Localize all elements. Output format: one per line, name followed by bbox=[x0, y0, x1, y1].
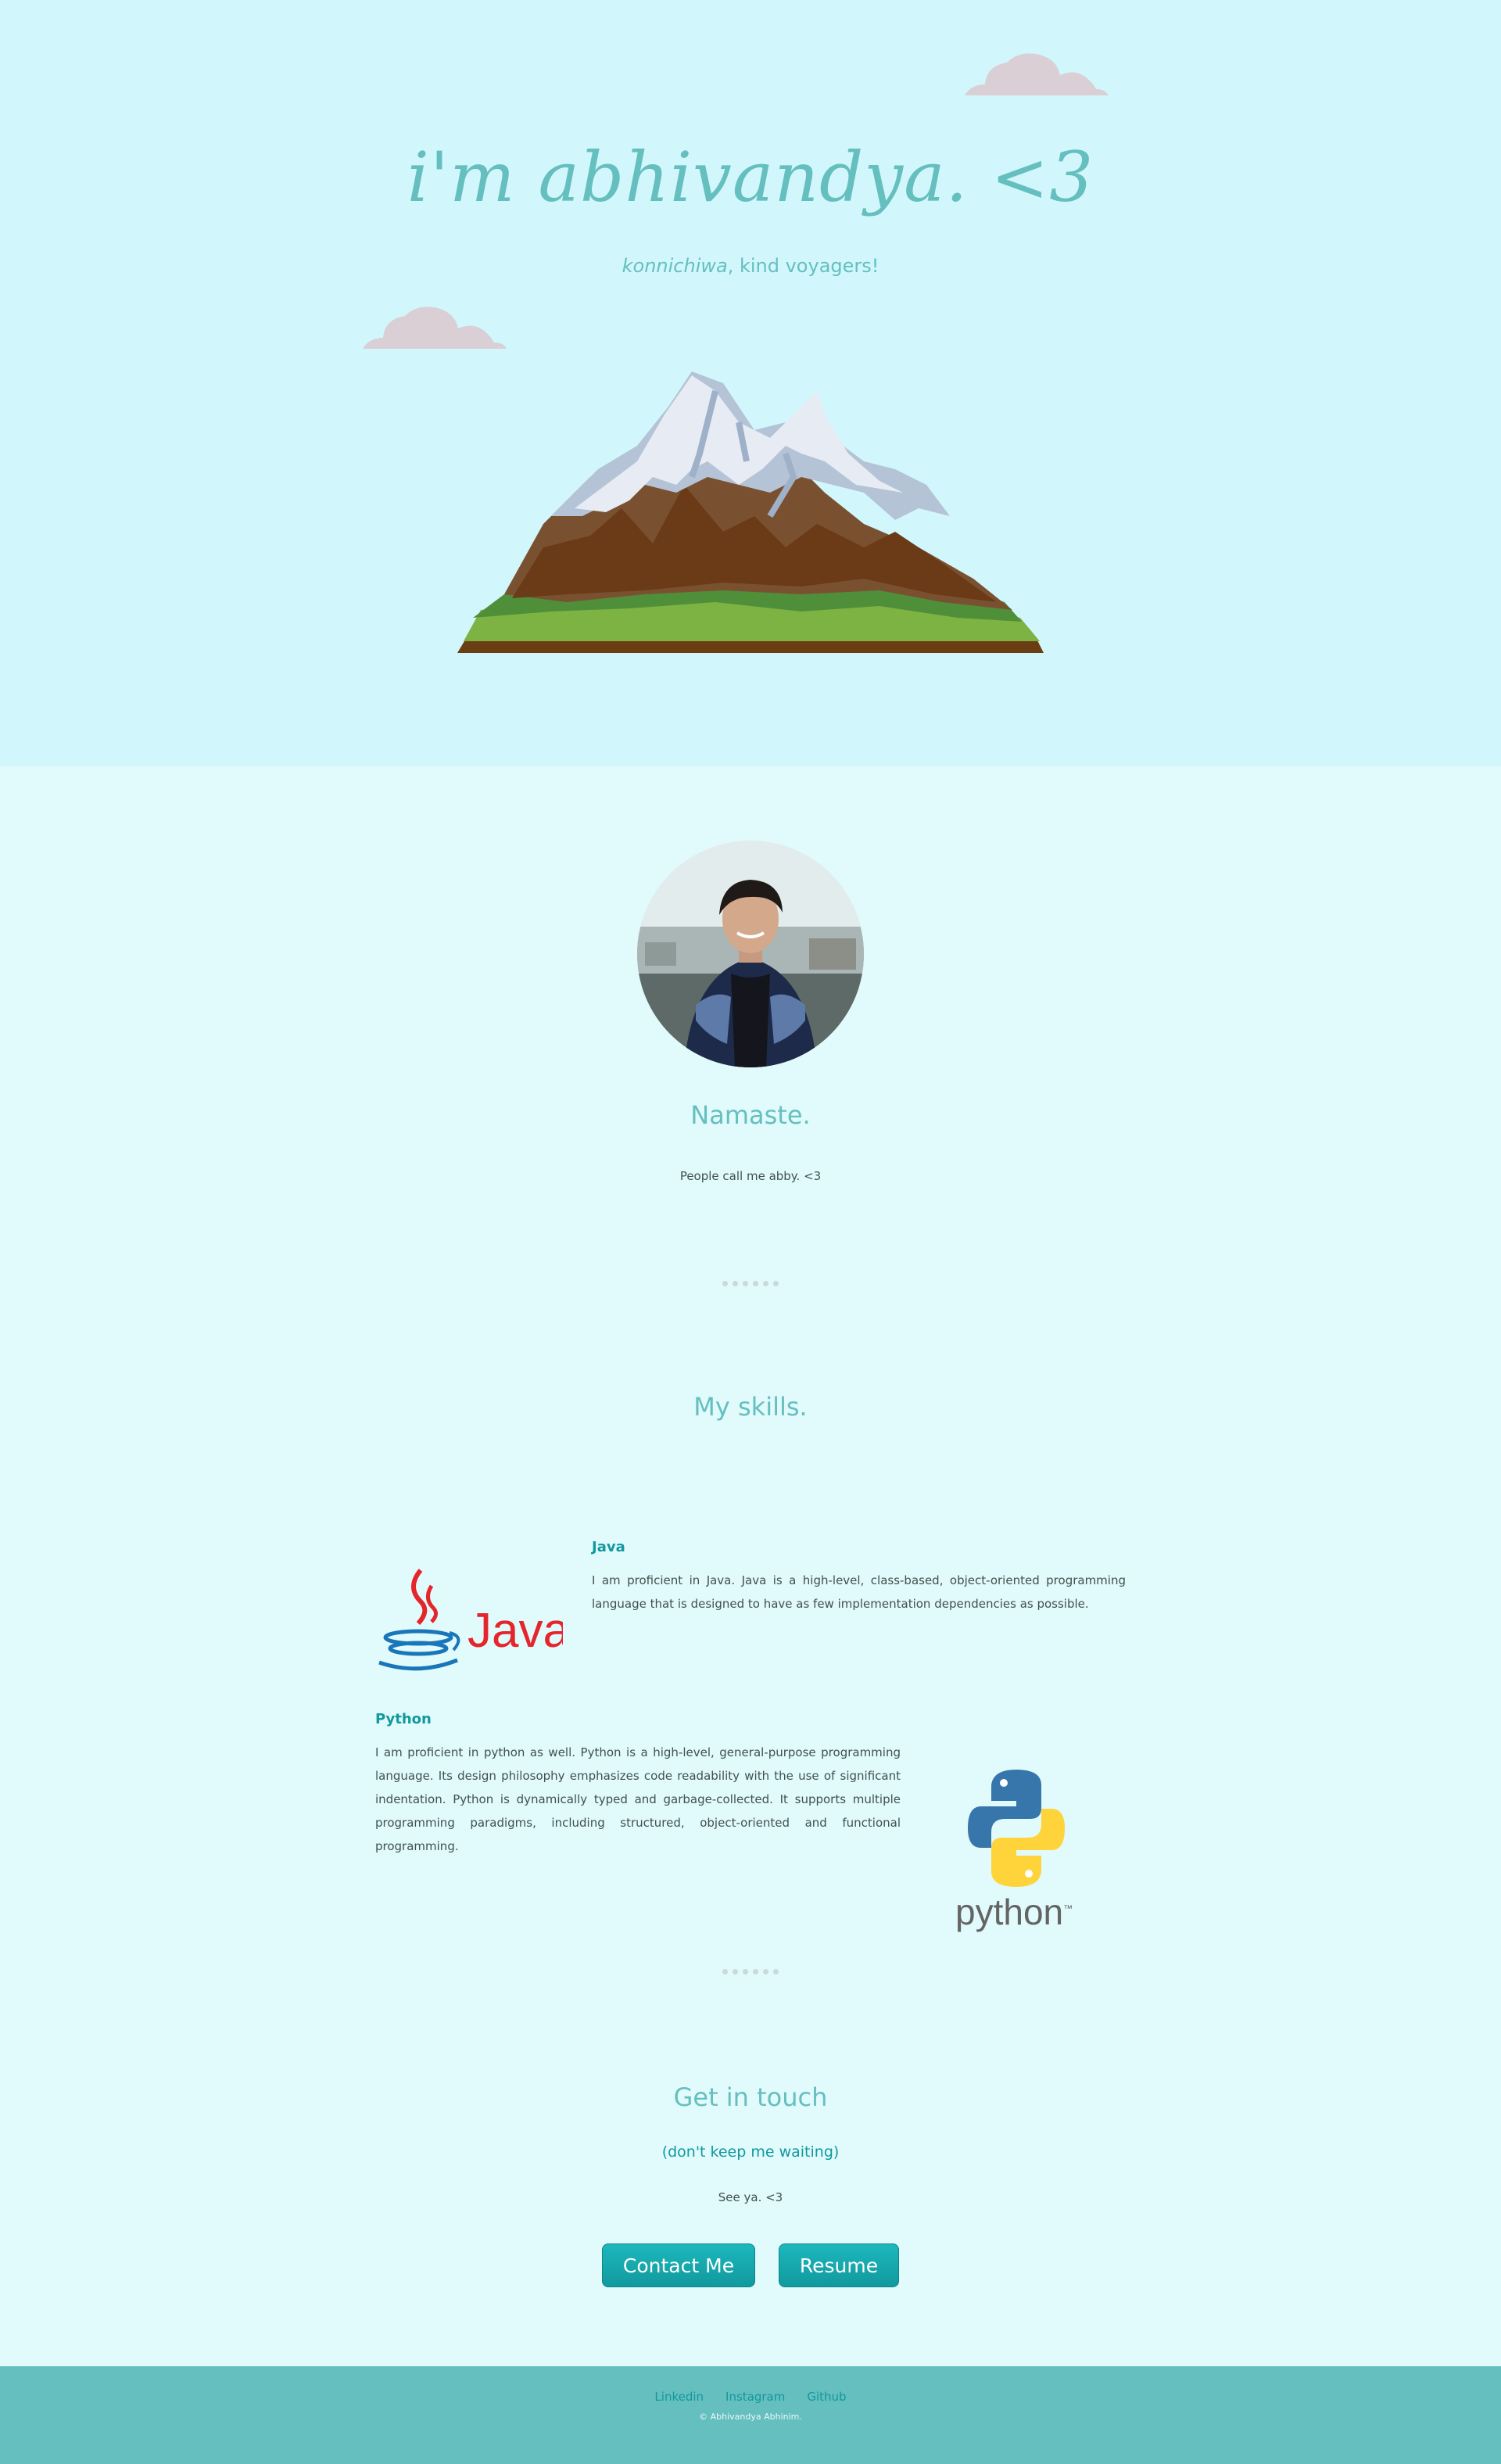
profile-text: People call me abby. <3 bbox=[679, 1169, 822, 1183]
skill-name-python: Python bbox=[375, 1711, 432, 1727]
hero-subtitle-greeting: konnichiwa bbox=[622, 255, 728, 277]
footer-link-instagram[interactable]: Instagram bbox=[725, 2390, 785, 2404]
skill-desc-python: I am proficient in python as well. Pytho… bbox=[375, 1745, 901, 1853]
profile-section: Namaste. People call me abby. <3 My skil… bbox=[0, 766, 1501, 2287]
python-logo-word: python bbox=[955, 1892, 1064, 1932]
skill-desc-java: I am proficient in Java. Java is a high-… bbox=[592, 1573, 1126, 1611]
mountain-illustration bbox=[457, 371, 1044, 653]
python-logo-tm: ™ bbox=[1063, 1903, 1073, 1914]
hero-subtitle: konnichiwa, kind voyagers! bbox=[0, 255, 1501, 277]
footer-links: Linkedin Instagram Github bbox=[0, 2390, 1501, 2404]
profile-heading: Namaste. bbox=[690, 1100, 811, 1130]
section-divider bbox=[0, 1281, 1501, 1286]
skill-name-java: Java bbox=[592, 1539, 625, 1555]
hero-section: i'm abhivandya. <3 konnichiwa, kind voya… bbox=[0, 0, 1501, 766]
contact-heading: Get in touch bbox=[673, 2082, 828, 2112]
resume-button[interactable]: Resume bbox=[779, 2243, 899, 2287]
java-logo: Java bbox=[378, 1569, 563, 1671]
contact-subheading: (don't keep me waiting) bbox=[661, 2143, 840, 2161]
contact-text: See ya. <3 bbox=[718, 2190, 783, 2204]
profile-avatar bbox=[637, 841, 864, 1067]
cloud-top-image bbox=[965, 53, 1109, 95]
profile-photo bbox=[637, 841, 864, 1067]
cloud-bottom-image bbox=[363, 307, 507, 349]
skill-java: Java Java I am proficient in Java. Java … bbox=[375, 1539, 1126, 1711]
hero-title: i'm abhivandya. <3 bbox=[407, 137, 1094, 217]
footer: Linkedin Instagram Github © Abhivandya A… bbox=[0, 2366, 1501, 2464]
section-divider-2 bbox=[0, 1969, 1501, 1974]
python-logo-text: python™ bbox=[955, 1891, 1073, 1933]
python-logo bbox=[968, 1770, 1065, 1887]
hero-subtitle-rest: , kind voyagers! bbox=[727, 255, 879, 277]
footer-link-github[interactable]: Github bbox=[807, 2390, 846, 2404]
skill-python: Python I am proficient in python as well… bbox=[375, 1711, 1126, 1938]
contact-me-button[interactable]: Contact Me bbox=[602, 2243, 755, 2287]
footer-link-linkedin[interactable]: Linkedin bbox=[654, 2390, 704, 2404]
footer-copyright: © Abhivandya Abhinim. bbox=[699, 2412, 802, 2422]
contact-buttons: Contact Me Resume bbox=[0, 2243, 1501, 2287]
skills-heading: My skills. bbox=[693, 1392, 808, 1422]
java-logo-text: Java bbox=[467, 1604, 563, 1658]
contact-section: Get in touch (don't keep me waiting) See… bbox=[0, 2082, 1501, 2287]
